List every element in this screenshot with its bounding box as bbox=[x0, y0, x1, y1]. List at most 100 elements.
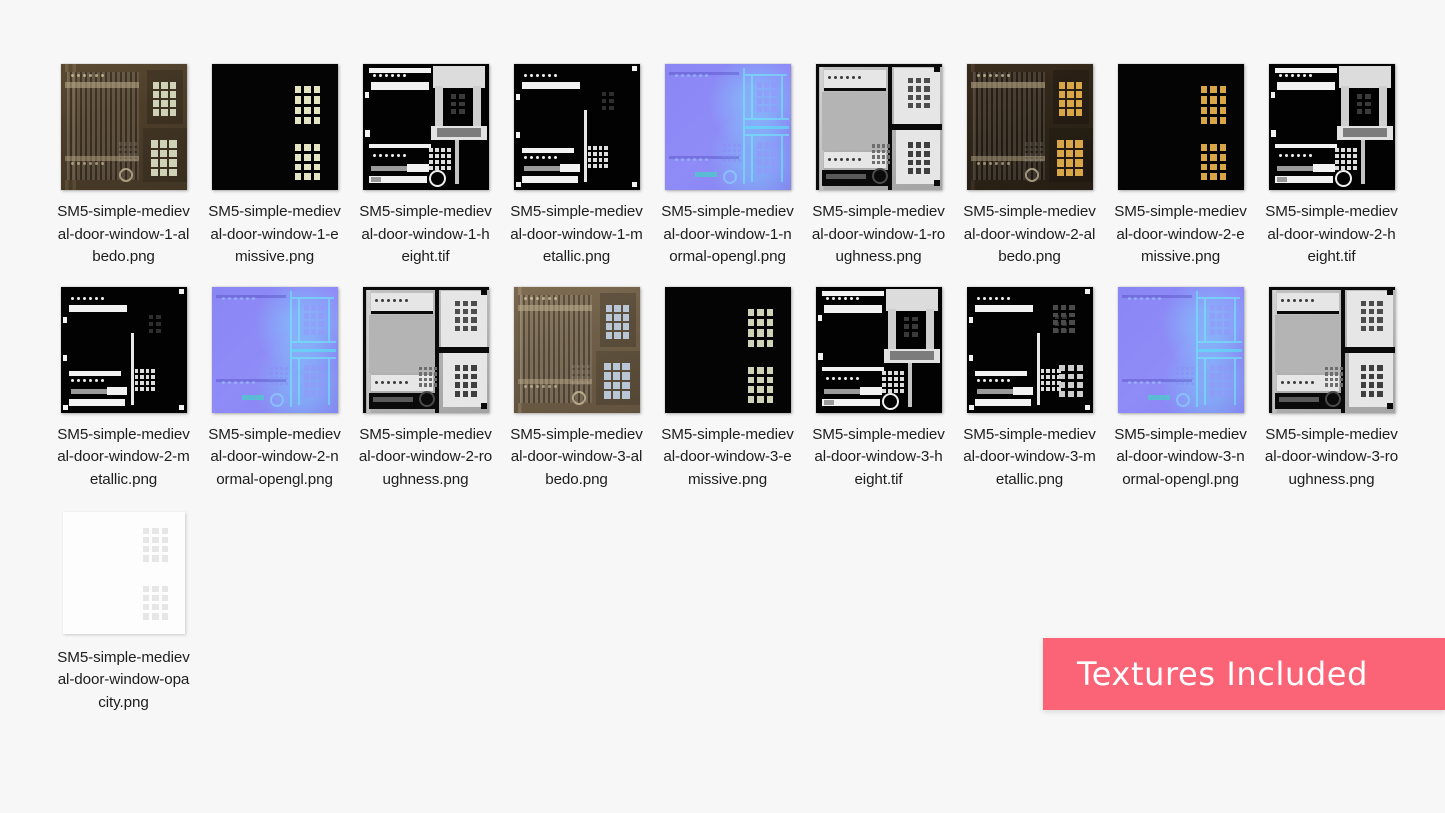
texture-thumbnail[interactable] bbox=[60, 64, 187, 190]
texture-detail bbox=[269, 392, 284, 407]
file-item[interactable]: SM5-simple-medieval-door-window-1-emissi… bbox=[199, 64, 350, 269]
texture-thumbnail[interactable] bbox=[1117, 64, 1244, 190]
file-item[interactable]: SM5-simple-medieval-door-window-2-height… bbox=[1256, 64, 1407, 269]
texture-detail bbox=[434, 86, 443, 130]
texture-detail bbox=[62, 354, 67, 361]
file-name-label: SM5-simple-medieval-door-window-1-emissi… bbox=[208, 203, 341, 266]
texture-thumbnail[interactable] bbox=[1268, 286, 1395, 413]
texture-detail bbox=[744, 126, 789, 129]
thumbnail-container bbox=[664, 286, 791, 413]
stud-dots bbox=[976, 296, 1010, 300]
stud-dots bbox=[976, 74, 1010, 77]
texture-detail bbox=[1270, 130, 1276, 137]
stud-dots bbox=[221, 296, 255, 300]
file-item[interactable]: SM5-simple-medieval-door-window-1-normal… bbox=[652, 64, 803, 269]
texture-thumbnail[interactable] bbox=[513, 64, 640, 190]
texture-detail bbox=[515, 94, 520, 100]
texture-detail bbox=[750, 136, 753, 182]
stud-dots bbox=[70, 74, 104, 77]
texture-thumbnail[interactable] bbox=[815, 64, 942, 190]
stud-dots bbox=[372, 74, 406, 77]
file-item[interactable]: SM5-simple-medieval-door-window-2-emissi… bbox=[1105, 64, 1256, 269]
texture-thumbnail[interactable] bbox=[362, 64, 489, 190]
file-item[interactable]: SM5-simple-medieval-door-window-opacity.… bbox=[48, 510, 199, 715]
texture-detail bbox=[823, 88, 886, 91]
file-item[interactable]: SM5-simple-medieval-door-window-2-albedo… bbox=[954, 64, 1105, 269]
texture-detail bbox=[291, 340, 336, 343]
texture-thumbnail[interactable] bbox=[362, 286, 489, 413]
stud-dots bbox=[1127, 296, 1161, 300]
texture-detail bbox=[1270, 92, 1275, 98]
texture-thumbnail[interactable] bbox=[966, 64, 1093, 190]
file-item[interactable]: SM5-simple-medieval-door-window-2-metall… bbox=[48, 286, 199, 492]
file-item[interactable]: SM5-simple-medieval-door-window-3-emissi… bbox=[652, 286, 803, 492]
file-item[interactable]: SM5-simple-medieval-door-window-3-albedo… bbox=[501, 286, 652, 492]
file-name-label: SM5-simple-medieval-door-window-3-metall… bbox=[963, 425, 1096, 488]
stud-dots bbox=[674, 158, 708, 161]
window-pane-grid bbox=[722, 144, 741, 162]
file-item[interactable]: SM5-simple-medieval-door-window-2-roughn… bbox=[350, 286, 501, 492]
window-pane-grid bbox=[294, 86, 321, 124]
stud-dots bbox=[976, 378, 1010, 382]
texture-thumbnail[interactable] bbox=[60, 286, 187, 413]
texture-detail bbox=[68, 370, 121, 376]
texture-thumbnail[interactable] bbox=[664, 64, 791, 190]
window-pane-grid bbox=[303, 364, 324, 397]
texture-detail bbox=[1276, 82, 1335, 90]
texture-detail bbox=[823, 70, 886, 88]
texture-thumbnail[interactable] bbox=[1268, 64, 1395, 190]
texture-detail bbox=[1360, 140, 1365, 184]
texture-detail bbox=[62, 404, 68, 410]
texture-thumbnail[interactable] bbox=[211, 286, 338, 413]
texture-detail bbox=[823, 304, 882, 313]
window-pane-grid bbox=[1360, 364, 1383, 397]
texture-thumbnail[interactable] bbox=[664, 286, 791, 413]
window-pane-grid bbox=[142, 585, 169, 620]
thumbnail-container bbox=[1117, 64, 1244, 190]
texture-thumbnail[interactable] bbox=[966, 286, 1093, 413]
texture-detail bbox=[1024, 168, 1039, 182]
file-item[interactable]: SM5-simple-medieval-door-window-2-normal… bbox=[199, 286, 350, 492]
texture-thumbnail[interactable] bbox=[1117, 286, 1244, 413]
texture-detail bbox=[968, 354, 973, 361]
texture-detail bbox=[817, 314, 822, 321]
texture-detail bbox=[968, 404, 974, 410]
texture-thumbnail[interactable] bbox=[815, 286, 942, 413]
texture-detail bbox=[1386, 288, 1393, 295]
texture-detail bbox=[1147, 394, 1170, 400]
window-pane-grid bbox=[1058, 364, 1083, 397]
file-name-label: SM5-simple-medieval-door-window-2-normal… bbox=[208, 425, 341, 488]
stud-dots bbox=[523, 74, 557, 77]
file-item[interactable]: SM5-simple-medieval-door-window-1-albedo… bbox=[48, 64, 199, 269]
texture-detail bbox=[1233, 298, 1236, 341]
texture-thumbnail[interactable] bbox=[211, 64, 338, 190]
texture-detail bbox=[823, 399, 834, 405]
thumbnail-container bbox=[60, 286, 187, 413]
texture-detail bbox=[515, 182, 521, 187]
texture-detail bbox=[722, 170, 737, 184]
texture-detail bbox=[1036, 332, 1040, 405]
texture-thumbnail[interactable] bbox=[513, 286, 640, 413]
file-item[interactable]: SM5-simple-medieval-door-window-3-normal… bbox=[1105, 286, 1256, 492]
texture-thumbnail[interactable] bbox=[62, 511, 185, 634]
file-item[interactable]: SM5-simple-medieval-door-window-1-roughn… bbox=[803, 64, 954, 269]
stud-dots bbox=[523, 296, 557, 300]
file-item[interactable]: SM5-simple-medieval-door-window-3-metall… bbox=[954, 286, 1105, 492]
file-name-label: SM5-simple-medieval-door-window-3-roughn… bbox=[1264, 425, 1399, 488]
texture-detail bbox=[1312, 164, 1335, 172]
file-item[interactable]: SM5-simple-medieval-door-window-3-height… bbox=[803, 286, 954, 492]
texture-detail bbox=[976, 388, 1017, 394]
texture-detail bbox=[881, 392, 899, 410]
texture-detail bbox=[370, 177, 381, 182]
stud-dots bbox=[976, 162, 1010, 165]
window-pane-grid bbox=[1024, 142, 1043, 162]
file-item[interactable]: SM5-simple-medieval-door-window-1-height… bbox=[350, 64, 501, 269]
file-item[interactable]: SM5-simple-medieval-door-window-1-metall… bbox=[501, 64, 652, 269]
file-name-label: SM5-simple-medieval-door-window-3-normal… bbox=[1114, 425, 1247, 488]
texture-detail bbox=[933, 66, 940, 72]
file-name-label: SM5-simple-medieval-door-window-1-roughn… bbox=[811, 203, 946, 266]
window-pane-grid bbox=[1356, 94, 1371, 114]
texture-detail bbox=[327, 298, 330, 341]
file-thumbnail-grid: SM5-simple-medieval-door-window-1-albedo… bbox=[48, 64, 1418, 732]
file-item[interactable]: SM5-simple-medieval-door-window-3-roughn… bbox=[1256, 286, 1407, 492]
